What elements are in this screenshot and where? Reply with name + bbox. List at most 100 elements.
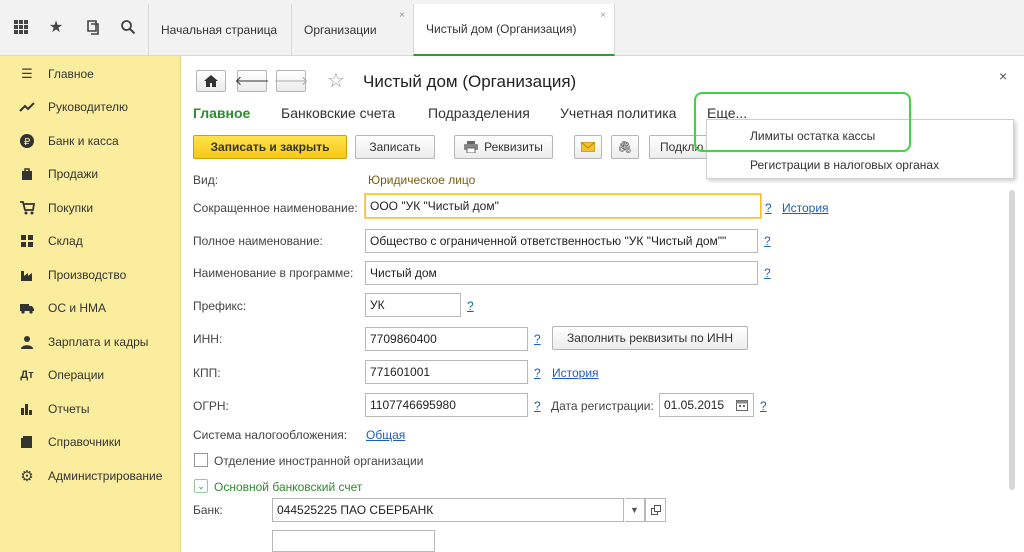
help-link[interactable]: ? [764,266,771,280]
help-link[interactable]: ? [760,399,767,413]
sidebar-item-label: Банк и касса [48,134,119,148]
apps-grid-icon[interactable] [10,16,32,38]
sidebar-item-main[interactable]: ☰ Главное [0,59,181,89]
calendar-icon[interactable] [734,397,750,413]
sidebar-item-bank-cash[interactable]: ₽ Банк и касса [0,126,181,156]
fill-by-inn-button[interactable]: Заполнить реквизиты по ИНН [552,326,748,350]
bank-input[interactable]: 044525225 ПАО СБЕРБАНК [272,498,624,522]
kpp-input[interactable]: 771601001 [365,360,528,384]
favorite-star-icon[interactable]: ☆ [327,68,345,93]
annotation-highlight [694,92,911,152]
history-icon[interactable] [82,16,104,38]
kpp-history-link[interactable]: История [552,366,599,380]
home-icon [204,75,218,87]
sidebar: ☰ Главное Руководителю ₽ Банк и касса Пр… [0,56,181,552]
history-link[interactable]: История [782,201,829,215]
sidebar-item-label: ОС и НМА [48,301,107,315]
inn-label: ИНН: [193,332,223,346]
sidebar-item-salary-hr[interactable]: Зарплата и кадры [0,327,181,357]
foreign-branch-label: Отделение иностранной организации [214,454,424,468]
tab-accounting-policy[interactable]: Учетная политика [560,105,676,121]
sidebar-item-warehouse[interactable]: Склад [0,226,181,256]
close-icon[interactable]: × [600,10,606,21]
help-link[interactable]: ? [534,399,541,413]
menu-item-tax-registrations[interactable]: Регистрации в налоговых органах [750,158,939,172]
cart-icon [19,200,35,216]
sidebar-item-reports[interactable]: Отчеты [0,394,181,424]
tax-system-link[interactable]: Общая [366,428,405,442]
save-button[interactable]: Записать [355,135,435,159]
svg-text:₽: ₽ [24,137,31,148]
close-form-icon[interactable]: × [999,68,1007,84]
paperclip-icon: 🖇 [617,140,633,154]
sidebar-item-label: Главное [48,67,94,81]
printer-icon [464,141,479,153]
chevron-down-icon[interactable]: ⌄ [194,479,208,493]
close-icon[interactable]: × [399,10,405,21]
tab-bank-accounts[interactable]: Банковские счета [281,105,395,121]
sidebar-item-label: Продажи [48,167,99,181]
dropdown-arrow-icon[interactable]: ▼ [625,498,645,522]
tab-main[interactable]: Главное [193,105,250,121]
gear-icon: ⚙ [20,468,34,485]
save-and-close-button[interactable]: Записать и закрыть [193,135,347,159]
tab-organizations[interactable]: Организации × [291,4,413,56]
arrow-left-icon: 🡐 [234,73,270,88]
requisites-button[interactable]: Реквизиты [454,135,553,159]
sidebar-item-operations[interactable]: Дт Операции [0,360,181,390]
forward-button[interactable]: 🡒 [274,70,308,92]
bank-account-input[interactable] [272,530,435,552]
menu-icon: ☰ [21,66,33,81]
tax-system-label: Система налогообложения: [193,428,348,442]
sidebar-item-purchases[interactable]: Покупки [0,193,181,223]
book-icon [19,434,35,450]
scrollbar[interactable] [1009,190,1015,490]
sidebar-item-label: Администрирование [48,469,163,483]
tab-departments[interactable]: Подразделения [428,105,530,121]
ogrn-label: ОГРН: [193,399,229,413]
reg-date-label: Дата регистрации: [551,399,654,413]
help-link[interactable]: ? [534,332,541,346]
operations-icon: Дт [20,369,34,381]
trend-icon [19,99,35,115]
short-name-label: Сокращенное наименование: [193,201,358,215]
short-name-input[interactable]: ООО "УК "Чистый дом" [365,194,761,218]
inn-input[interactable]: 7709860400 [365,327,528,351]
sidebar-item-label: Отчеты [48,402,90,416]
search-icon[interactable] [117,16,139,38]
sidebar-item-sales[interactable]: Продажи [0,159,181,189]
email-button[interactable] [574,135,602,159]
sidebar-item-label: Производство [48,268,127,282]
sidebar-item-fixed-assets[interactable]: ОС и НМА [0,293,181,323]
open-bank-button[interactable] [645,498,666,522]
help-link[interactable]: ? [467,299,474,313]
bar-chart-icon [19,401,35,417]
prefix-input[interactable]: УК [365,293,461,317]
full-name-label: Полное наименование: [193,234,323,248]
kind-value[interactable]: Юридическое лицо [368,173,475,187]
envelope-icon [581,142,595,152]
sidebar-item-directories[interactable]: Справочники [0,427,181,457]
home-button[interactable] [196,70,226,92]
sidebar-item-manager[interactable]: Руководителю [0,92,181,122]
back-button[interactable]: 🡐 [234,70,270,92]
help-link[interactable]: ? [765,201,772,215]
program-name-input[interactable]: Чистый дом [365,261,758,285]
sidebar-item-label: Склад [48,234,83,248]
help-link[interactable]: ? [534,366,541,380]
bank-section-header[interactable]: Основной банковский счет [214,480,362,494]
tab-home-page[interactable]: Начальная страница [148,4,291,56]
sidebar-item-production[interactable]: Производство [0,260,181,290]
sidebar-item-administration[interactable]: ⚙ Администрирование [0,461,181,491]
full-name-input[interactable]: Общество с ограниченной ответственностью… [365,229,758,253]
help-link[interactable]: ? [764,234,771,248]
sidebar-item-label: Покупки [48,201,94,215]
program-name-label: Наименование в программе: [193,266,354,280]
star-icon[interactable]: ★ [45,16,67,38]
top-tab-bar: ★ Начальная страница Организации × Чисты… [0,0,1024,56]
sidebar-item-label: Справочники [48,435,121,449]
ogrn-input[interactable]: 1107746695980 [365,393,528,417]
foreign-branch-checkbox[interactable] [194,453,208,467]
tab-clean-house-organization[interactable]: Чистый дом (Организация) × [413,4,615,56]
attach-button[interactable]: 🖇 [611,135,639,159]
